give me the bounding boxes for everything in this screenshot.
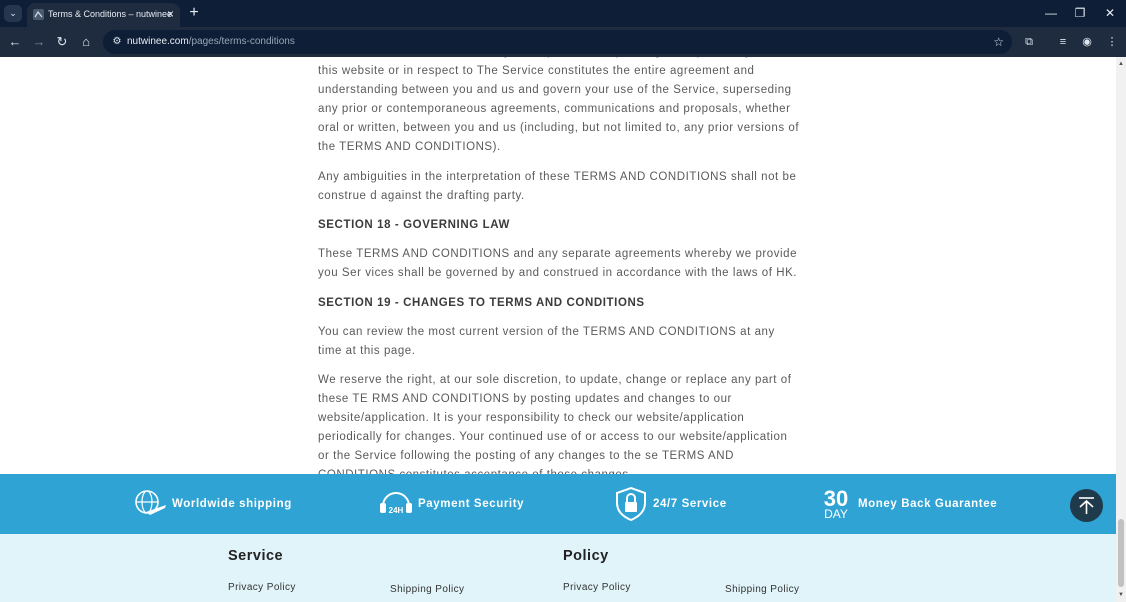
bookmark-star-icon[interactable]: ☆ [993, 34, 1004, 50]
footer-policy-heading: Policy [563, 548, 609, 564]
feature-247-service: 24/7 Service [613, 486, 727, 522]
arrow-up-icon [1079, 497, 1094, 514]
article-paragraph: These TERMS AND CONDITIONS and any separ… [318, 248, 798, 279]
forward-button[interactable]: → [30, 33, 48, 51]
feature-worldwide-shipping: Worldwide shipping [132, 486, 292, 522]
feature-payment-security: 24H Payment Security [378, 486, 524, 522]
feature-label: Money Back Guarantee [858, 498, 998, 510]
article-paragraph: We reserve the right, at our sole discre… [318, 374, 792, 481]
extensions-icon[interactable]: ⧉ [1020, 33, 1038, 51]
page-viewport: TERMS AND CONDITIONS or any other polici… [0, 57, 1116, 602]
media-controls-icon[interactable]: ≡ [1054, 33, 1072, 51]
browser-toolbar: ← → ↻ ⌂ ⚙ nutwinee.com/pages/terms-condi… [0, 27, 1126, 57]
restore-button[interactable]: ❐ [1065, 4, 1095, 22]
address-bar[interactable]: ⚙ nutwinee.com/pages/terms-conditions ☆ [103, 30, 1012, 54]
page-scrollbar[interactable]: ▲ ▼ [1116, 57, 1126, 602]
tab-title: Terms & Conditions – nutwinee [48, 9, 173, 19]
article-paragraph: TERMS AND CONDITIONS or any other polici… [318, 57, 800, 153]
close-window-button[interactable]: ✕ [1095, 4, 1125, 22]
scroll-up-arrow-icon[interactable]: ▲ [1116, 59, 1126, 69]
section-heading: SECTION 18 - GOVERNING LAW [318, 219, 510, 231]
section-heading: SECTION 19 - CHANGES TO TERMS AND CONDIT… [318, 296, 645, 309]
url-text[interactable]: nutwinee.com/pages/terms-conditions [127, 36, 295, 47]
back-button[interactable]: ← [6, 33, 24, 51]
scrollbar-thumb[interactable] [1118, 519, 1124, 587]
new-tab-button[interactable]: + [185, 3, 203, 23]
feature-bar: Worldwide shipping 24H Payment Security … [0, 474, 1116, 534]
payment-security-icon: 24H [380, 492, 412, 515]
back-to-top-button[interactable] [1070, 489, 1103, 522]
worldwide-shipping-icon [135, 490, 166, 515]
reload-button[interactable]: ↻ [53, 33, 71, 51]
site-info-icon[interactable]: ⚙ [109, 34, 125, 50]
footer-link-privacy-policy[interactable]: Privacy Policy [563, 582, 631, 593]
footer-link-shipping-policy[interactable]: Shipping Policy [390, 584, 464, 595]
browser-menu-icon[interactable]: ⋮ [1103, 33, 1121, 51]
shield-lock-icon [616, 486, 646, 522]
browser-tab-bar: ⌄ Terms & Conditions – nutwinee × + — ❐ … [0, 0, 1126, 27]
tab-close-icon[interactable]: × [167, 6, 174, 22]
footer-link-privacy-policy[interactable]: Privacy Policy [228, 582, 296, 593]
scroll-down-arrow-icon[interactable]: ▼ [1116, 590, 1126, 600]
footer-service-heading: Service [228, 548, 284, 564]
site-footer: Service Policy Privacy Policy Shipping P… [0, 534, 1116, 602]
tab-search-button[interactable]: ⌄ [4, 5, 22, 22]
site-favicon-icon [33, 9, 44, 20]
thirty-day-icon: 30 DAY [823, 485, 849, 521]
feature-label: Payment Security [418, 498, 525, 510]
feature-label: 24/7 Service [653, 498, 727, 510]
browser-tab[interactable]: Terms & Conditions – nutwinee × [27, 3, 180, 27]
feature-money-back: 30 DAY Money Back Guarantee [818, 486, 997, 522]
article-paragraph: Any ambiguities in the interpretation of… [318, 170, 797, 202]
article-paragraph: You can review the most current version … [318, 325, 775, 357]
svg-text:24H: 24H [389, 506, 404, 515]
home-button[interactable]: ⌂ [77, 33, 95, 51]
profile-icon[interactable]: ◉ [1078, 33, 1096, 51]
footer-link-shipping-policy[interactable]: Shipping Policy [725, 584, 799, 595]
feature-label: Worldwide shipping [172, 498, 292, 510]
minimize-button[interactable]: — [1036, 4, 1066, 22]
